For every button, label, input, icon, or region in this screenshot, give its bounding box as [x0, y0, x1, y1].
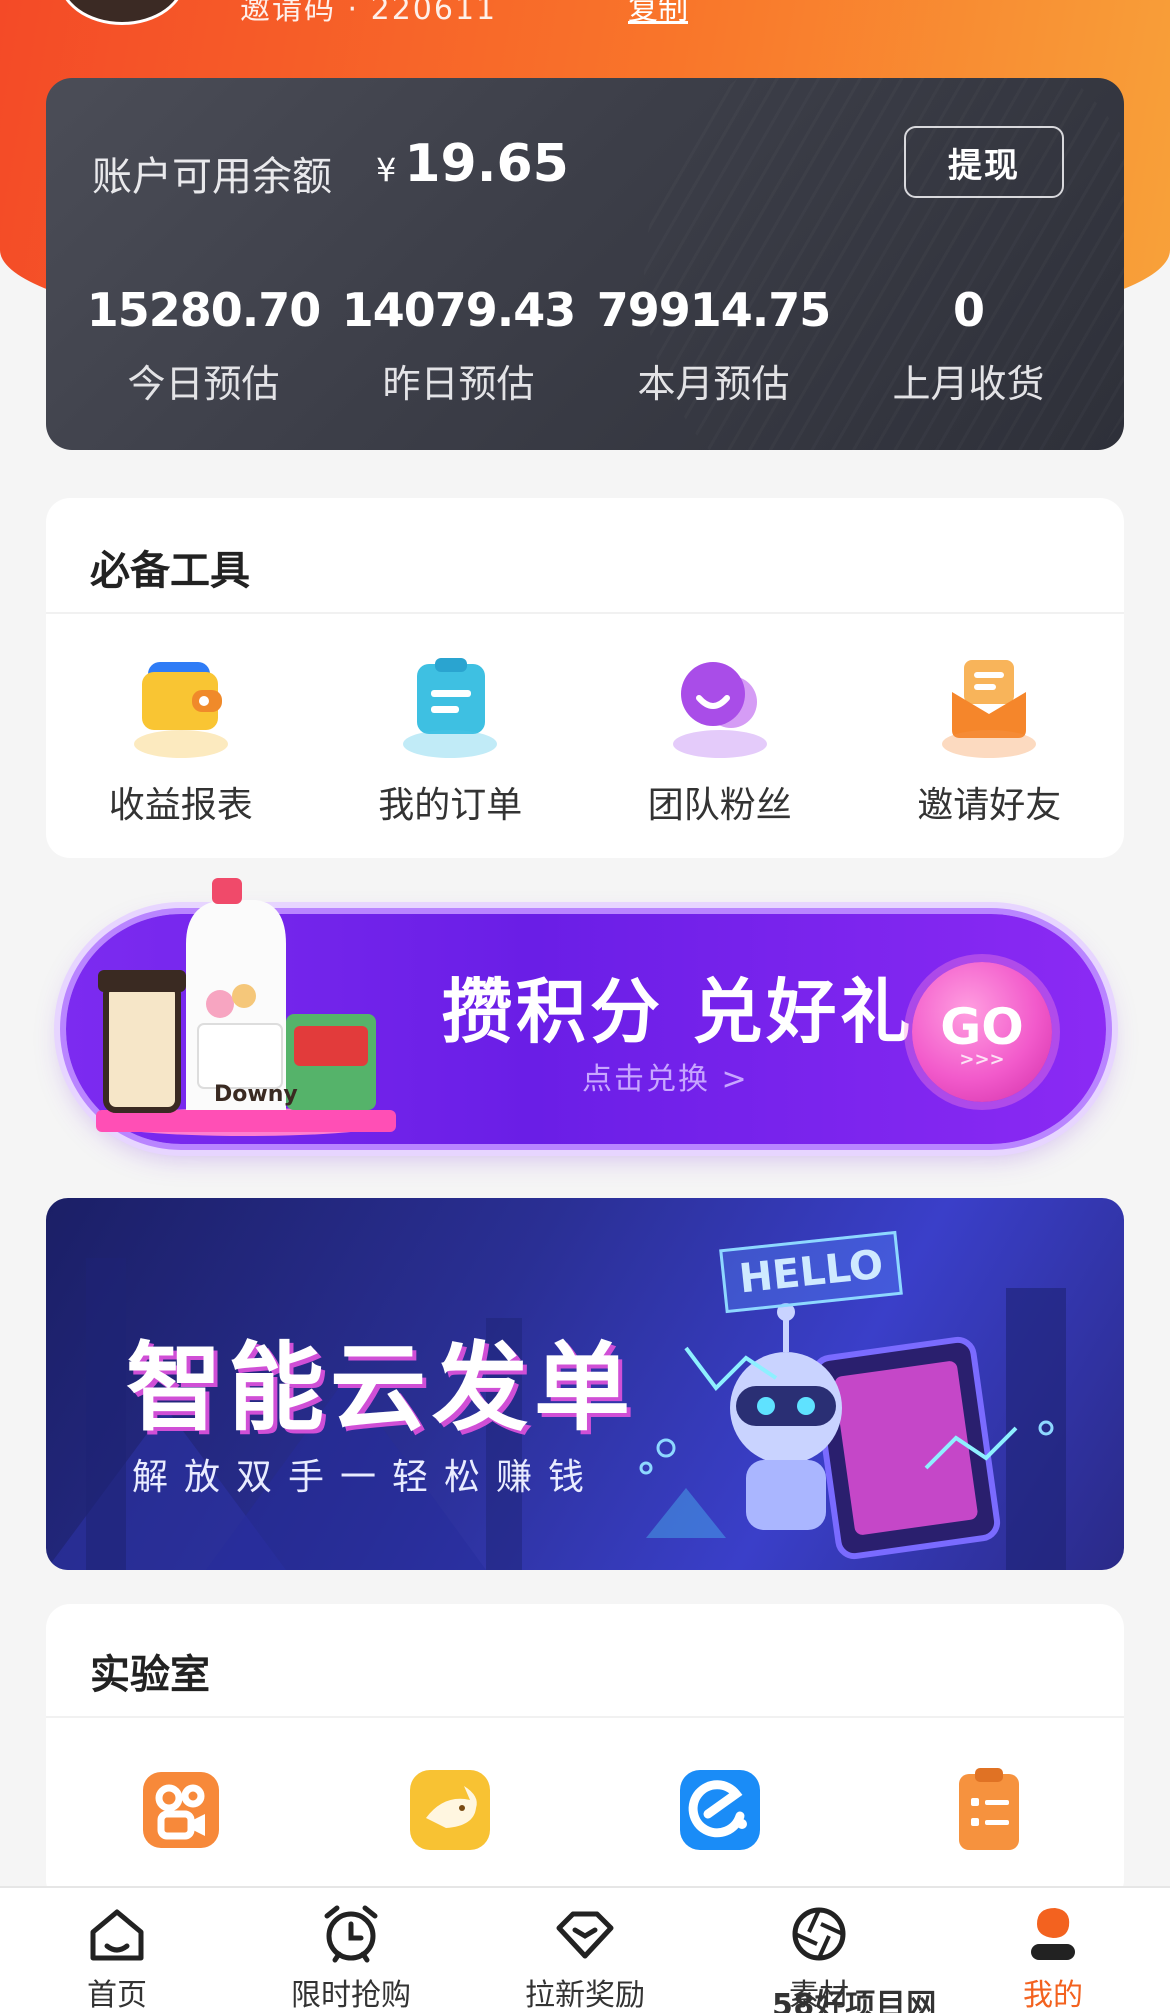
tab-label: 拉新奖励: [525, 1978, 645, 2013]
withdraw-button[interactable]: 提现: [904, 126, 1064, 198]
profile-icon: [1021, 1902, 1085, 1966]
team-chat-icon: [665, 648, 775, 758]
tab-referral-rewards[interactable]: 拉新奖励: [468, 1888, 702, 2013]
smart-cloud-banner[interactable]: HELLO 智能云发单 解放双手一轻松赚钱: [46, 1198, 1124, 1570]
stat-label: 今日预估: [127, 362, 280, 406]
balance-label: 账户可用余额: [92, 154, 332, 200]
tool-earnings-report[interactable]: 收益报表: [46, 648, 316, 828]
rabbit-app-icon: [400, 1760, 500, 1860]
invite-envelope-icon: [934, 648, 1044, 758]
stat-value: 0: [952, 283, 985, 337]
downy-label: Downy: [214, 1082, 298, 1107]
tab-home[interactable]: 首页: [0, 1888, 234, 2013]
lab-panel: 实验室: [46, 1604, 1124, 1904]
tool-label: 邀请好友: [917, 785, 1062, 826]
stat-label: 昨日预估: [382, 362, 535, 406]
stat-yesterday[interactable]: 14079.43 昨日预估: [331, 283, 586, 408]
earnings-stats: 15280.70 今日预估 14079.43 昨日预估 79914.75 本月预…: [46, 283, 1124, 408]
lab-title: 实验室: [90, 1652, 210, 1698]
icon-glow: [133, 730, 228, 758]
lab-item-kuaishou[interactable]: [46, 1760, 316, 1860]
tool-invite-friends[interactable]: 邀请好友: [855, 648, 1125, 828]
alarm-clock-icon: [319, 1902, 383, 1966]
copy-invite-link[interactable]: 复制: [628, 0, 688, 28]
stat-last-month[interactable]: 0 上月收货: [841, 283, 1096, 408]
stat-value: 79914.75: [596, 283, 832, 337]
tool-my-orders[interactable]: 我的订单: [316, 648, 586, 828]
diamond-icon: [553, 1902, 617, 1966]
promo-subtitle[interactable]: 点击兑换 >: [582, 1054, 749, 1098]
watermark: 58好项目网www.58hxm.com: [772, 1988, 937, 2013]
divider: [46, 1716, 1124, 1718]
lab-item-task-list[interactable]: [855, 1760, 1125, 1860]
cloud-title: 智能云发单: [126, 1332, 636, 1444]
kuaishou-icon: [131, 1760, 231, 1860]
icon-glow: [672, 730, 767, 758]
wallet-icon: [126, 648, 236, 758]
lab-icons-row: [46, 1760, 1124, 1860]
lab-item-rabbit-app[interactable]: [316, 1760, 586, 1860]
order-clipboard-icon: [395, 648, 505, 758]
lab-item-eleme[interactable]: [585, 1760, 855, 1860]
tool-team-fans[interactable]: 团队粉丝: [585, 648, 855, 828]
tool-label: 团队粉丝: [647, 785, 792, 826]
tab-flash-sale[interactable]: 限时抢购: [234, 1888, 468, 2013]
eleme-icon: [670, 1760, 770, 1860]
go-label: GO: [940, 998, 1024, 1056]
balance-card: 账户可用余额 ¥19.65 提现 15280.70 今日预估 14079.43 …: [46, 78, 1124, 450]
home-icon: [85, 1902, 149, 1966]
go-button[interactable]: GO >>>: [912, 962, 1052, 1102]
stat-label: 本月预估: [637, 362, 790, 406]
tool-label: 我的订单: [378, 785, 523, 826]
icon-glow: [942, 730, 1037, 758]
balance-value: 19.65: [404, 134, 569, 194]
stat-label: 上月收货: [892, 362, 1045, 406]
tab-label: 限时抢购: [291, 1978, 411, 2013]
stat-this-month[interactable]: 79914.75 本月预估: [586, 283, 841, 408]
invite-code: 邀请码 · 220611: [240, 0, 498, 27]
divider: [46, 612, 1124, 614]
aperture-icon: [787, 1902, 851, 1966]
stat-today[interactable]: 15280.70 今日预估: [76, 283, 331, 408]
icon-glow: [403, 730, 498, 758]
stat-value: 15280.70: [86, 283, 322, 337]
tools-row: 收益报表 我的订单 团队粉丝 邀请好友: [46, 648, 1124, 828]
go-arrows: >>>: [959, 1049, 1005, 1070]
tab-label: 首页: [87, 1978, 147, 2013]
tool-label: 收益报表: [108, 785, 253, 826]
tools-title: 必备工具: [90, 548, 250, 594]
tools-panel: 必备工具 收益报表 我的订单 团队粉丝 邀请好友: [46, 498, 1124, 858]
currency-symbol: ¥: [376, 151, 397, 189]
task-list-icon: [939, 1760, 1039, 1860]
promo-title: 攒积分 兑好礼: [442, 971, 915, 1053]
balance-amount: ¥19.65: [376, 134, 569, 194]
points-exchange-banner[interactable]: Downy 攒积分 兑好礼 点击兑换 > GO >>>: [66, 878, 1106, 1144]
stat-value: 14079.43: [341, 283, 577, 337]
cloud-subtitle: 解放双手一轻松赚钱: [132, 1457, 601, 1498]
